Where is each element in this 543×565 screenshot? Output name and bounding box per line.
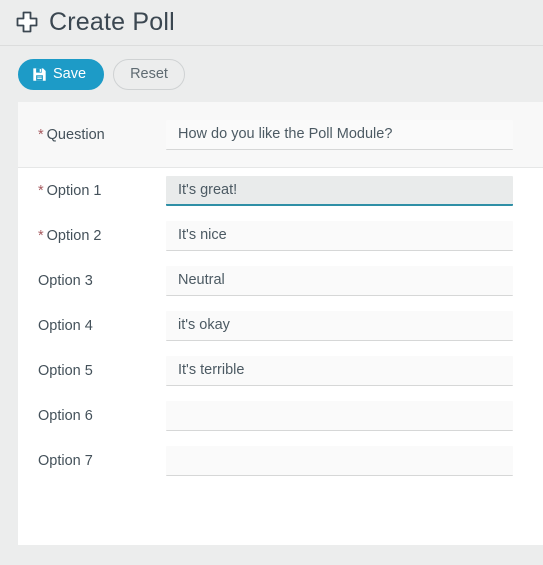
- poll-form-panel: * Question How do you like the Poll Modul…: [18, 102, 543, 545]
- required-marker: *: [38, 227, 44, 244]
- page-header: Create Poll: [0, 0, 543, 46]
- option-6-input[interactable]: [166, 400, 513, 431]
- option-2-label-text: Option 2: [46, 227, 102, 244]
- option-3-label: Option 3: [38, 272, 93, 289]
- option-6-label: Option 6: [38, 407, 93, 424]
- form-row-option-7: Option 7: [18, 438, 543, 483]
- form-row-option-1: * Option 1 It's great!: [18, 168, 543, 213]
- option-4-label: Option 4: [38, 317, 93, 334]
- question-label-text: Question: [46, 126, 105, 143]
- save-icon: [33, 67, 46, 81]
- plus-icon: [16, 11, 38, 32]
- option-7-label: Option 7: [38, 452, 93, 469]
- form-row-option-3: Option 3 Neutral: [18, 258, 543, 303]
- option-1-label: * Option 1: [18, 183, 166, 199]
- reset-button-label: Reset: [130, 66, 168, 82]
- form-row-option-6: Option 6: [18, 393, 543, 438]
- option-1-input[interactable]: It's great!: [166, 175, 513, 206]
- option-2-input[interactable]: It's nice: [166, 220, 513, 251]
- form-row-option-4: Option 4 it's okay: [18, 303, 543, 348]
- option-1-label-text: Option 1: [46, 182, 102, 199]
- form-toolbar: Save Reset: [0, 46, 543, 102]
- required-marker: *: [38, 182, 44, 199]
- option-2-label: * Option 2: [18, 228, 166, 244]
- form-row-option-2: * Option 2 It's nice: [18, 213, 543, 258]
- option-3-input[interactable]: Neutral: [166, 265, 513, 296]
- save-button-label: Save: [53, 66, 87, 82]
- option-7-input[interactable]: [166, 445, 513, 476]
- required-marker: *: [38, 126, 44, 143]
- reset-button[interactable]: Reset: [113, 58, 185, 90]
- option-5-input[interactable]: It's terrible: [166, 355, 513, 386]
- save-button[interactable]: Save: [18, 58, 105, 90]
- option-5-label: Option 5: [38, 362, 93, 379]
- page-title: Create Poll: [49, 8, 175, 36]
- question-input[interactable]: How do you like the Poll Module?: [166, 119, 513, 150]
- form-row-option-5: Option 5 It's terrible: [18, 348, 543, 393]
- option-4-input[interactable]: it's okay: [166, 310, 513, 341]
- question-label: * Question: [18, 127, 166, 143]
- form-row-question: * Question How do you like the Poll Modul…: [18, 102, 543, 168]
